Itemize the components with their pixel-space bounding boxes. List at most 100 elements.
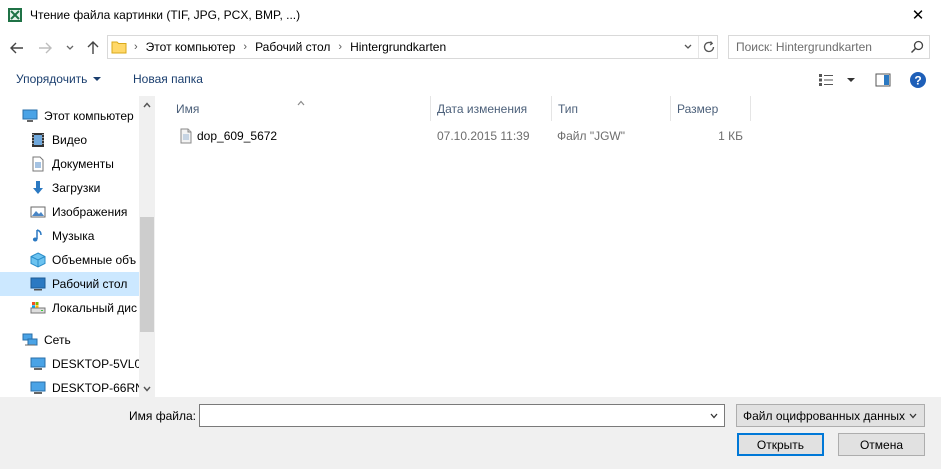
help-icon: ? [910, 72, 926, 88]
downloads-icon [33, 181, 43, 194]
filetype-select[interactable]: Файл оцифрованных данных [736, 404, 925, 427]
sidebar-item-documents[interactable]: Документы [0, 152, 139, 176]
video-icon [32, 133, 44, 147]
sidebar-item-label: Сеть [44, 333, 71, 347]
chevron-down-icon [909, 413, 917, 418]
filename-label: Имя файла: [129, 409, 196, 423]
caret-down-icon [93, 77, 102, 81]
scroll-down-button[interactable] [139, 380, 155, 397]
sidebar-item-local-disk[interactable]: Локальный дис [0, 296, 139, 320]
forward-button[interactable] [35, 38, 55, 58]
column-header-type[interactable]: Тип [552, 96, 670, 121]
window-title: Чтение файла картинки (TIF, JPG, PCX, BM… [30, 8, 301, 22]
search-icon[interactable] [909, 39, 925, 55]
file-list: Имя Дата изменения Тип Размер dop_609_56… [156, 96, 941, 397]
sidebar-item-network[interactable]: Сеть [0, 328, 139, 352]
address-bar[interactable]: › Этот компьютер › Рабочий стол › Hinter… [107, 35, 718, 59]
sidebar-item-label: Музыка [52, 229, 95, 243]
sidebar-item-label: DESKTOP-66RNK [52, 381, 139, 395]
refresh-icon [703, 41, 714, 53]
search-input[interactable] [729, 36, 907, 58]
change-view-button[interactable] [818, 70, 856, 90]
sidebar-item-3d-objects[interactable]: Объемные объ [0, 248, 139, 272]
sidebar-item-label: Видео [52, 133, 88, 147]
open-button[interactable]: Открыть [737, 433, 824, 456]
up-button[interactable] [83, 38, 103, 58]
chevron-down-icon [143, 386, 151, 392]
help-button[interactable]: ? [908, 70, 928, 90]
scrollbar-thumb[interactable] [140, 217, 154, 332]
sidebar-item-video[interactable]: Видео [0, 128, 139, 152]
sidebar-item-downloads[interactable]: Загрузки [0, 176, 139, 200]
3d-objects-icon [30, 252, 46, 268]
file-type: Файл "JGW" [557, 129, 626, 143]
filename-dropdown-button[interactable] [704, 405, 724, 426]
documents-icon [32, 156, 44, 172]
chevron-down-icon [710, 413, 718, 418]
sidebar-item-desktop[interactable]: Рабочий стол [0, 272, 139, 296]
sidebar-item-label: DESKTOP-5VL05 [52, 357, 139, 371]
address-history-button[interactable] [678, 36, 698, 58]
close-button[interactable]: ✕ [895, 0, 941, 30]
filename-input[interactable] [200, 405, 705, 426]
breadcrumb-desktop[interactable]: Рабочий стол [255, 40, 330, 54]
cancel-button[interactable]: Отмена [838, 433, 925, 456]
table-row[interactable]: dop_609_5672 07.10.2015 11:39 Файл "JGW"… [173, 125, 753, 147]
new-folder-button[interactable]: Новая папка [133, 72, 203, 86]
column-header-size[interactable]: Размер [671, 96, 750, 121]
command-bar: Упорядочить Новая папка ? [0, 66, 941, 94]
sidebar-item-label: Изображения [52, 205, 128, 219]
file-size: 1 КБ [718, 129, 743, 143]
sidebar-item-label: Загрузки [52, 181, 101, 195]
preview-pane-button[interactable] [873, 70, 893, 90]
navigation-bar: › Этот компьютер › Рабочий стол › Hinter… [0, 30, 941, 66]
column-header: Имя Дата изменения Тип Размер [156, 96, 941, 121]
preview-pane-icon [875, 73, 891, 87]
network-computer-icon [30, 381, 46, 394]
music-icon [32, 229, 42, 242]
breadcrumb-separator[interactable]: › [130, 41, 146, 53]
svg-text:?: ? [914, 74, 921, 88]
arrow-right-icon [39, 42, 52, 54]
pictures-icon [30, 206, 46, 218]
breadcrumb-this-pc[interactable]: Этот компьютер [146, 40, 236, 54]
dialog-footer: Имя файла: Файл оцифрованных данных Откр… [0, 397, 941, 469]
organize-button[interactable]: Упорядочить [16, 72, 102, 86]
breadcrumb-current-folder[interactable]: Hintergrundkarten [350, 40, 446, 54]
filename-combobox [199, 404, 725, 427]
computer-icon [22, 109, 38, 122]
sidebar-item-this-pc[interactable]: Этот компьютер [0, 104, 139, 128]
breadcrumb: › Этот компьютер › Рабочий стол › Hinter… [130, 36, 446, 58]
scroll-up-button[interactable] [139, 96, 155, 113]
column-header-date[interactable]: Дата изменения [431, 96, 551, 121]
chevron-up-icon [143, 101, 151, 107]
chevron-down-icon [66, 45, 74, 50]
sidebar-item-label: Этот компьютер [44, 109, 134, 123]
sidebar-item-label: Объемные объ [52, 253, 137, 267]
sidebar-item-label: Документы [52, 157, 114, 171]
network-icon [22, 333, 38, 346]
sort-ascending-icon [296, 96, 306, 110]
refresh-button[interactable] [698, 36, 718, 58]
arrow-up-icon [87, 41, 99, 54]
network-computer-icon [30, 357, 46, 370]
sidebar-item-music[interactable]: Музыка [0, 224, 139, 248]
file-name: dop_609_5672 [197, 129, 278, 143]
file-date: 07.10.2015 11:39 [437, 129, 530, 143]
local-disk-icon [30, 302, 46, 314]
filetype-value: Файл оцифрованных данных [743, 408, 905, 423]
breadcrumb-separator[interactable]: › [235, 41, 255, 53]
sidebar-item-network-computer-2[interactable]: DESKTOP-66RNK [0, 376, 139, 397]
back-button[interactable] [7, 38, 27, 58]
chevron-down-icon [684, 44, 692, 49]
breadcrumb-separator[interactable]: › [330, 41, 350, 53]
details-view-icon [819, 74, 833, 86]
recent-locations-button[interactable] [63, 38, 77, 58]
navigation-scrollbar[interactable] [139, 96, 155, 397]
filetype-dropdown-button[interactable] [906, 405, 920, 426]
sidebar-item-pictures[interactable]: Изображения [0, 200, 139, 224]
sidebar-item-network-computer-1[interactable]: DESKTOP-5VL05 [0, 352, 139, 376]
organize-label: Упорядочить [16, 72, 88, 86]
column-divider[interactable] [750, 96, 751, 121]
title-bar: Чтение файла картинки (TIF, JPG, PCX, BM… [0, 0, 941, 30]
